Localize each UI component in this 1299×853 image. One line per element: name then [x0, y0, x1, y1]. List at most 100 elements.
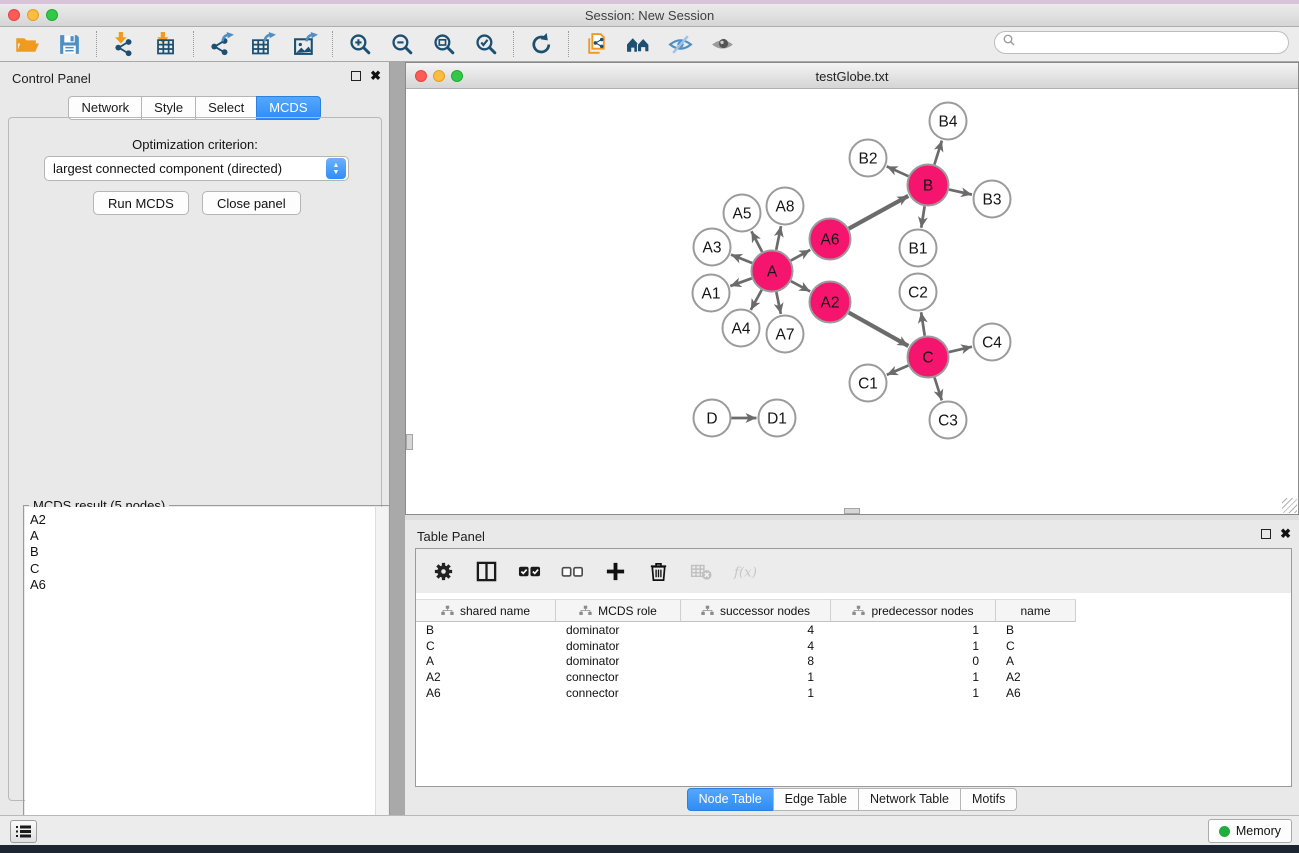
column-header-name[interactable]: name: [996, 599, 1076, 622]
tab-edge-table[interactable]: Edge Table: [773, 788, 858, 811]
graph-edge-C-C4[interactable]: [949, 347, 972, 352]
select-all-icon[interactable]: [516, 558, 542, 584]
add-row-icon[interactable]: [602, 558, 628, 584]
graph-node-C4[interactable]: C4: [974, 324, 1011, 361]
zoom-selected-icon[interactable]: [469, 29, 503, 59]
export-network-icon[interactable]: [204, 29, 238, 59]
graph-edge-A-A5[interactable]: [751, 231, 762, 252]
graph-edge-B-B1[interactable]: [921, 206, 924, 228]
hide-panel-icon[interactable]: [663, 29, 697, 59]
graph-node-B1[interactable]: B1: [900, 230, 937, 267]
graph-edge-A2-C[interactable]: [849, 313, 909, 346]
graph-node-D1[interactable]: D1: [759, 400, 796, 437]
split-handle-icon[interactable]: [844, 508, 860, 514]
open-folder-icon[interactable]: [10, 29, 44, 59]
zoom-fit-icon[interactable]: [427, 29, 461, 59]
graph-edge-A6-B[interactable]: [849, 196, 908, 229]
graph-node-A[interactable]: A: [752, 251, 793, 292]
result-list-item[interactable]: B: [25, 544, 388, 560]
graph-node-label: B3: [983, 192, 1002, 209]
import-table-icon[interactable]: [149, 29, 183, 59]
save-icon[interactable]: [52, 29, 86, 59]
graph-edge-A-A7[interactable]: [776, 292, 781, 314]
tab-node-table[interactable]: Node Table: [687, 788, 773, 811]
graph-node-A4[interactable]: A4: [723, 310, 760, 347]
graph-node-B2[interactable]: B2: [850, 140, 887, 177]
result-list-item[interactable]: C: [25, 561, 388, 577]
graph-node-A7[interactable]: A7: [767, 316, 804, 353]
export-table-icon[interactable]: [246, 29, 280, 59]
graph-edge-A-A3[interactable]: [731, 255, 752, 263]
graph-node-B4[interactable]: B4: [930, 103, 967, 140]
graph-node-label: B1: [909, 241, 928, 258]
close-panel-icon[interactable]: ✖: [1280, 529, 1291, 539]
graph-edge-C-C2[interactable]: [921, 312, 925, 335]
graph-node-D[interactable]: D: [694, 400, 731, 437]
criterion-dropdown[interactable]: largest connected component (directed) ▲…: [44, 156, 349, 181]
graph-edge-A-A2[interactable]: [791, 281, 810, 291]
float-panel-icon[interactable]: [1261, 529, 1271, 539]
close-panel-button[interactable]: Close panel: [202, 191, 301, 215]
graph-node-A5[interactable]: A5: [724, 195, 761, 232]
float-panel-icon[interactable]: [351, 71, 361, 81]
zoom-in-icon[interactable]: [343, 29, 377, 59]
home-icon[interactable]: [621, 29, 655, 59]
split-handle-icon[interactable]: [406, 434, 413, 450]
network-window-titlebar[interactable]: testGlobe.txt: [406, 63, 1298, 89]
column-header-successor-nodes[interactable]: successor nodes: [681, 599, 831, 622]
deselect-all-icon[interactable]: [559, 558, 585, 584]
graph-edge-C-C1[interactable]: [887, 366, 908, 375]
import-network-icon[interactable]: [107, 29, 141, 59]
graph-node-label: D: [706, 411, 717, 428]
memory-button[interactable]: Memory: [1208, 819, 1292, 843]
table-row[interactable]: Adominator80A: [416, 654, 1291, 670]
table-row[interactable]: Cdominator41C: [416, 638, 1291, 654]
graph-node-A1[interactable]: A1: [693, 275, 730, 312]
graph-node-C2[interactable]: C2: [900, 274, 937, 311]
delete-row-icon[interactable]: [645, 558, 671, 584]
task-history-button[interactable]: [10, 820, 37, 843]
result-list-item[interactable]: A: [25, 528, 388, 544]
panel-divider[interactable]: [390, 62, 405, 815]
search-input[interactable]: [994, 31, 1289, 54]
result-scrollbar[interactable]: [375, 507, 388, 849]
graph-node-B3[interactable]: B3: [974, 181, 1011, 218]
refresh-icon[interactable]: [524, 29, 558, 59]
resize-grip-icon[interactable]: [1282, 498, 1297, 513]
graph-node-A8[interactable]: A8: [767, 188, 804, 225]
graph-edge-B-B3[interactable]: [949, 190, 972, 195]
show-eye-icon[interactable]: [705, 29, 739, 59]
columns-icon[interactable]: [473, 558, 499, 584]
gear-icon[interactable]: [430, 558, 456, 584]
graph-node-C3[interactable]: C3: [930, 402, 967, 439]
table-row[interactable]: Bdominator41B: [416, 622, 1291, 638]
result-list-item[interactable]: A6: [25, 577, 388, 593]
graph-edge-C-C3[interactable]: [935, 377, 942, 400]
graph-node-A3[interactable]: A3: [694, 229, 731, 266]
tab-motifs[interactable]: Motifs: [960, 788, 1017, 811]
result-list-item[interactable]: A2: [25, 512, 388, 528]
graph-node-B[interactable]: B: [908, 165, 949, 206]
graph-node-C[interactable]: C: [908, 337, 949, 378]
tab-network-table[interactable]: Network Table: [858, 788, 960, 811]
export-image-icon[interactable]: [288, 29, 322, 59]
graph-node-A2[interactable]: A2: [810, 282, 851, 323]
graph-edge-A-A6[interactable]: [791, 250, 810, 261]
column-header-shared-name[interactable]: shared name: [416, 599, 556, 622]
table-row[interactable]: A2connector11A2: [416, 669, 1291, 685]
graph-edge-A-A1[interactable]: [730, 278, 751, 286]
graph-edge-B-B2[interactable]: [887, 166, 909, 176]
network-canvas[interactable]: B4 B2 B B3 A8A5 A6 A3 B1 A A1 C2 A2 A4A7 C4 C C1 C3 D D1: [406, 89, 1298, 514]
clone-network-icon[interactable]: [579, 29, 613, 59]
column-header-predecessor-nodes[interactable]: predecessor nodes: [831, 599, 996, 622]
graph-node-A6[interactable]: A6: [810, 219, 851, 260]
graph-edge-B-B4[interactable]: [934, 141, 941, 165]
column-header-MCDS-role[interactable]: MCDS role: [556, 599, 681, 622]
run-mcds-button[interactable]: Run MCDS: [93, 191, 189, 215]
zoom-out-icon[interactable]: [385, 29, 419, 59]
graph-edge-A-A8[interactable]: [776, 226, 781, 250]
close-panel-icon[interactable]: ✖: [370, 71, 381, 81]
table-row[interactable]: A6connector11A6: [416, 685, 1291, 701]
graph-node-C1[interactable]: C1: [850, 365, 887, 402]
graph-edge-A-A4[interactable]: [751, 290, 762, 310]
